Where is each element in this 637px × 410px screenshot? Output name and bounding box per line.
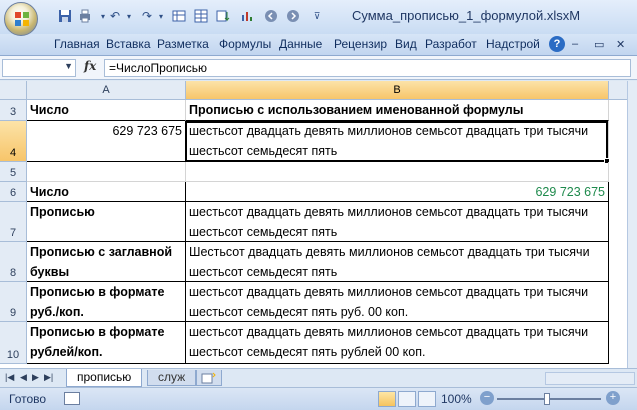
- form-icon[interactable]: [170, 7, 188, 25]
- table-icon[interactable]: [192, 7, 210, 25]
- cell-b8[interactable]: Шестьсот двадцать девять миллионов семьс…: [186, 242, 609, 282]
- tab-insert[interactable]: Вставка: [106, 37, 151, 51]
- cell-a10[interactable]: Прописью в формате рублей/коп.: [27, 322, 186, 364]
- save-icon[interactable]: [56, 7, 74, 25]
- undo-dropdown-icon[interactable]: ▾: [120, 7, 138, 25]
- column-header-b[interactable]: B: [186, 81, 609, 100]
- status-bar: Готово 100% − +: [0, 387, 637, 410]
- circle-right-icon[interactable]: [284, 7, 302, 25]
- customize-toolbar-icon[interactable]: ⊽: [308, 7, 326, 25]
- formula-bar: ▼ fx =ЧислоПрописью: [0, 56, 637, 80]
- cell-b10[interactable]: шестьсот двадцать девять миллионов семьс…: [186, 322, 609, 364]
- vertical-scrollbar[interactable]: [627, 81, 637, 368]
- cell-b4[interactable]: шестьсот двадцать девять миллионов семьс…: [186, 121, 609, 162]
- row-header-7[interactable]: 7: [0, 202, 27, 242]
- cell-b3[interactable]: Прописью с использованием именованной фо…: [186, 100, 609, 121]
- cell-a8[interactable]: Прописью с заглавной буквы: [27, 242, 186, 282]
- sheet-tab-active[interactable]: прописью: [66, 369, 143, 387]
- tab-developer[interactable]: Разработ: [425, 37, 477, 51]
- row-header-6[interactable]: 6: [0, 182, 27, 202]
- redo-dropdown-icon[interactable]: ▾: [152, 7, 170, 25]
- cell-b7[interactable]: шестьсот двадцать девять миллионов семьс…: [186, 202, 609, 242]
- column-header-a[interactable]: A: [27, 81, 186, 100]
- last-sheet-icon[interactable]: ▶|: [44, 372, 53, 383]
- cell-b9[interactable]: шестьсот двадцать девять миллионов семьс…: [186, 282, 609, 322]
- ribbon-tab-bar: Главная Вставка Разметка Формулы Данные …: [0, 34, 637, 56]
- sheet-tab-bar: |◀ ◀ ▶ ▶| прописью служ: [0, 368, 637, 387]
- tab-addins[interactable]: Надстрой: [486, 37, 540, 51]
- zoom-in-icon[interactable]: +: [606, 391, 620, 405]
- name-box[interactable]: ▼: [2, 59, 76, 77]
- page-break-view-button[interactable]: [418, 391, 436, 407]
- tab-view[interactable]: Вид: [395, 37, 417, 51]
- cell-a7[interactable]: Прописью: [27, 202, 186, 242]
- cell-a5[interactable]: [27, 162, 186, 182]
- page-layout-view-button[interactable]: [398, 391, 416, 407]
- row-header-4[interactable]: 4: [0, 121, 27, 162]
- normal-view-button[interactable]: [378, 391, 396, 407]
- next-sheet-icon[interactable]: ▶: [32, 372, 39, 383]
- restore-icon[interactable]: ▭: [594, 38, 604, 51]
- zoom-slider-thumb[interactable]: [544, 393, 550, 405]
- office-button[interactable]: [4, 2, 38, 36]
- cell-a6[interactable]: Число: [27, 182, 186, 202]
- name-box-dropdown-icon[interactable]: ▼: [64, 61, 73, 71]
- insert-function-icon[interactable]: fx: [84, 59, 96, 73]
- row-header-10[interactable]: 10: [0, 322, 27, 364]
- status-text: Готово: [9, 392, 47, 406]
- row-header-5[interactable]: 5: [0, 162, 27, 182]
- tab-formulas[interactable]: Формулы: [219, 37, 271, 51]
- sort-icon[interactable]: [214, 7, 232, 25]
- zoom-out-icon[interactable]: −: [480, 391, 494, 405]
- worksheet-grid[interactable]: A B 3 Число Прописью с использованием им…: [0, 81, 627, 368]
- cell-b6[interactable]: 629 723 675: [186, 182, 609, 202]
- cell-a4[interactable]: 629 723 675: [27, 121, 186, 162]
- select-all-corner[interactable]: [0, 81, 27, 100]
- tab-review[interactable]: Рецензир: [334, 37, 387, 51]
- close-icon[interactable]: ✕: [616, 38, 625, 51]
- chart-icon[interactable]: [238, 7, 256, 25]
- title-bar: ▾ ↶ ▾ ↷ ▾ ⊽ Сумма_прописью_1_формулой.xl…: [0, 0, 637, 34]
- first-sheet-icon[interactable]: |◀: [5, 372, 14, 383]
- zoom-level[interactable]: 100%: [441, 392, 472, 406]
- row-header-3[interactable]: 3: [0, 100, 27, 121]
- cell-a9[interactable]: Прописью в формате руб./коп.: [27, 282, 186, 322]
- circle-left-icon[interactable]: [262, 7, 280, 25]
- cell-a3[interactable]: Число: [27, 100, 186, 121]
- tab-home[interactable]: Главная: [54, 37, 100, 51]
- cell-b5[interactable]: [186, 162, 609, 182]
- tab-page-layout[interactable]: Разметка: [157, 37, 209, 51]
- row-header-9[interactable]: 9: [0, 282, 27, 322]
- quick-print-icon[interactable]: [76, 7, 94, 25]
- prev-sheet-icon[interactable]: ◀: [20, 372, 27, 383]
- row-header-8[interactable]: 8: [0, 242, 27, 282]
- sheet-tab-service[interactable]: служ: [147, 370, 197, 386]
- column-header-c[interactable]: [609, 81, 627, 100]
- tab-data[interactable]: Данные: [279, 37, 322, 51]
- office-logo-icon: [15, 12, 29, 26]
- formula-input[interactable]: =ЧислоПрописью: [104, 59, 631, 77]
- window-title: Сумма_прописью_1_формулой.xlsxM: [352, 8, 581, 23]
- minimize-icon[interactable]: –: [572, 38, 578, 50]
- horizontal-scrollbar[interactable]: [545, 372, 635, 385]
- help-icon[interactable]: ?: [549, 36, 565, 52]
- insert-sheet-icon[interactable]: [196, 370, 222, 386]
- macro-record-icon[interactable]: [64, 392, 80, 405]
